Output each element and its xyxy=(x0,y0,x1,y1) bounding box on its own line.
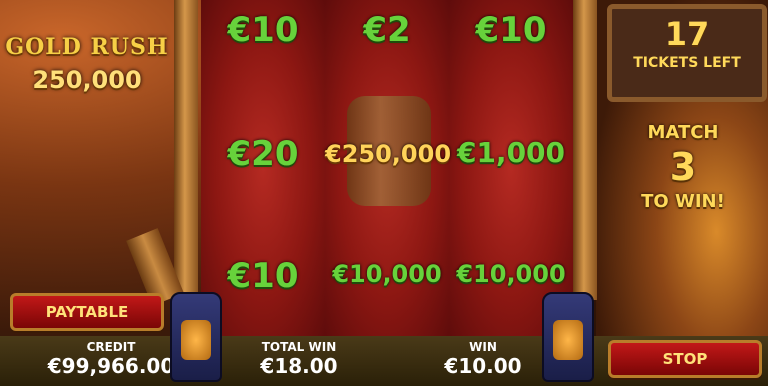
paytable-button[interactable]: PAYTABLE xyxy=(10,293,164,331)
win-label: WIN xyxy=(469,340,497,354)
prize-cell-9[interactable]: €10,000 xyxy=(449,260,573,288)
match-rule: MATCH 3 TO WIN! xyxy=(612,122,754,212)
total-win-display: TOTAL WIN €18.00 xyxy=(234,340,364,378)
tickets-left-label: TICKETS LEFT xyxy=(633,55,741,71)
match-line-3: TO WIN! xyxy=(641,191,725,212)
prize-cell-7[interactable]: €10 xyxy=(201,256,325,296)
stop-button[interactable]: STOP xyxy=(608,340,762,378)
match-line-1: MATCH xyxy=(647,122,719,143)
prize-cell-5[interactable]: €250,000 xyxy=(325,140,451,168)
prize-cell-6[interactable]: €1,000 xyxy=(449,136,573,169)
prize-cell-1[interactable]: €10 xyxy=(201,10,325,50)
match-line-2: 3 xyxy=(669,145,697,189)
credit-label: CREDIT xyxy=(86,340,136,354)
tickets-left-count: 17 xyxy=(664,15,710,53)
prize-cell-8[interactable]: €10,000 xyxy=(325,260,449,288)
game-logo: GOLD RUSH 250,000 xyxy=(4,34,170,94)
logo-jackpot-amount: 250,000 xyxy=(32,66,142,94)
prize-cell-3[interactable]: €10 xyxy=(449,10,573,50)
frame-post-right xyxy=(573,0,597,300)
total-win-value: €18.00 xyxy=(260,354,338,378)
credit-value: €99,966.00 xyxy=(47,354,175,378)
tickets-left-board: 17 TICKETS LEFT xyxy=(607,4,767,102)
win-value: €10.00 xyxy=(444,354,522,378)
logo-title: GOLD RUSH xyxy=(5,34,169,60)
lantern-icon xyxy=(170,292,222,382)
credit-display: CREDIT €99,966.00 xyxy=(36,340,186,378)
scratch-ticket[interactable]: €10 €2 €10 €20 €250,000 €1,000 €10 €10,0… xyxy=(201,0,573,336)
win-display: WIN €10.00 xyxy=(418,340,548,378)
prize-cell-2[interactable]: €2 xyxy=(325,10,449,50)
prize-cell-4[interactable]: €20 xyxy=(201,134,325,174)
lantern-icon xyxy=(542,292,594,382)
total-win-label: TOTAL WIN xyxy=(261,340,337,354)
frame-post-left xyxy=(174,0,198,300)
